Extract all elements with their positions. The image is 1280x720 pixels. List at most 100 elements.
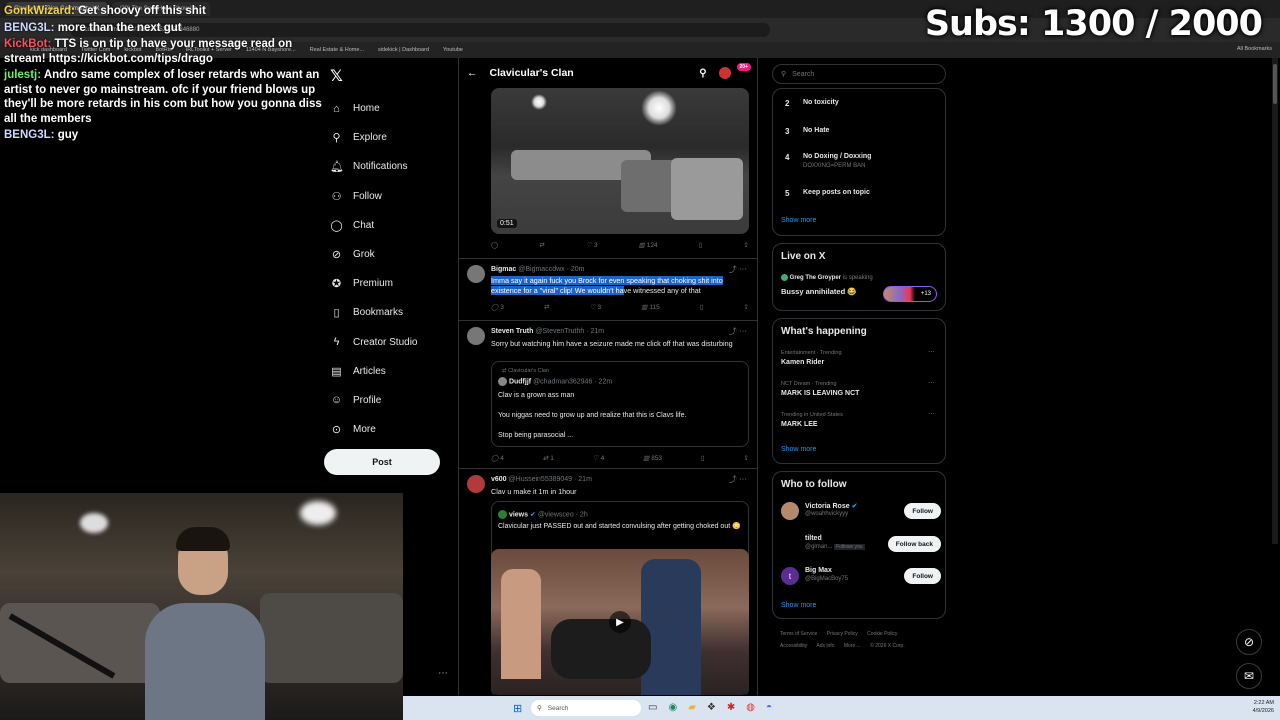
like-button[interactable]: ♡ 4 bbox=[593, 454, 604, 463]
show-more-link[interactable]: Show more bbox=[781, 446, 816, 453]
trend-item[interactable]: Entertainment · Trending Kamen Rider ⋯ bbox=[781, 348, 937, 366]
bookmark-item[interactable]: Youtube bbox=[443, 47, 463, 53]
more-options-icon[interactable]: ⤴ ⋯ bbox=[729, 474, 747, 485]
footer-link[interactable]: Ads info bbox=[816, 643, 834, 649]
nav-creator-studio[interactable]: ϟ Creator Studio bbox=[330, 328, 450, 357]
reply-button[interactable]: ◯ 3 bbox=[491, 303, 504, 312]
tweet-text: Sorry but watching him have a seizure ma… bbox=[491, 339, 733, 348]
quoted-tweet[interactable]: ⇄ Clavicular's Clan Dudfjjf @chadman3629… bbox=[491, 361, 749, 447]
tweet-video[interactable]: 0:51 bbox=[491, 88, 749, 234]
play-icon[interactable]: ▶ bbox=[609, 611, 631, 633]
tweet-author[interactable]: v600 @Hussein55389049 · 21m bbox=[491, 476, 592, 483]
nav-premium[interactable]: ✪ Premium bbox=[330, 269, 450, 298]
more-options-icon[interactable]: ⋯ bbox=[928, 379, 935, 387]
more-options-icon[interactable]: ⋯ bbox=[928, 410, 935, 418]
bookmark-icon[interactable]: ▯ bbox=[699, 241, 703, 249]
reply-button[interactable]: ◯ 4 bbox=[491, 454, 504, 463]
scrollbar-thumb[interactable] bbox=[1273, 64, 1277, 104]
nav-label: Explore bbox=[353, 132, 387, 144]
scrollbar[interactable] bbox=[1272, 58, 1278, 544]
avatar[interactable] bbox=[467, 327, 485, 345]
share-icon[interactable]: ⇪ bbox=[743, 454, 748, 462]
share-icon[interactable]: ⇪ bbox=[743, 241, 748, 249]
live-title[interactable]: Bussy annihilated 😂 bbox=[781, 287, 857, 296]
avatar[interactable] bbox=[467, 265, 485, 283]
live-listeners[interactable]: +13 bbox=[883, 286, 937, 302]
account-menu-icon[interactable]: ⋯ bbox=[438, 668, 448, 679]
search-icon[interactable]: ⚲ bbox=[699, 68, 706, 79]
all-bookmarks[interactable]: All Bookmarks bbox=[1237, 46, 1272, 52]
nav-more[interactable]: ⊙ More bbox=[330, 415, 450, 444]
trend-item[interactable]: NCT Dream · Trending MARK IS LEAVING NCT ⋯ bbox=[781, 379, 937, 397]
show-more-link[interactable]: Show more bbox=[781, 602, 816, 609]
follow-suggestion[interactable]: t Big Max @BigMacBoy75 Follow bbox=[781, 565, 941, 589]
tweet[interactable]: Steven Truth @StevenTruthh · 21m ⤴ ⋯ Sor… bbox=[459, 320, 757, 468]
nav-home[interactable]: ⌂ Home bbox=[330, 94, 450, 123]
avatar[interactable] bbox=[781, 502, 799, 520]
nav-bookmarks[interactable]: ▯ Bookmarks bbox=[330, 298, 450, 327]
edge-icon[interactable]: ◉ bbox=[668, 702, 677, 713]
x-logo-icon[interactable]: 𝕏 bbox=[330, 66, 343, 85]
follow-suggestion[interactable]: tilted @glman... Follows you Follow back bbox=[781, 533, 941, 557]
live-host[interactable]: Greg The Groyper is speaking bbox=[781, 274, 873, 281]
chrome-icon[interactable]: ◍ bbox=[746, 702, 755, 713]
follow-suggestion[interactable]: Victoria Rose ✔ @woahhvickyyy Follow bbox=[781, 500, 941, 524]
nav-grok[interactable]: ⊘ Grok bbox=[330, 240, 450, 269]
nav-follow[interactable]: ⚇ Follow bbox=[330, 182, 450, 211]
footer-link[interactable]: Cookie Policy bbox=[867, 631, 897, 637]
tweet-author[interactable]: Bigmac @Bigmaccdwx · 20m bbox=[491, 266, 584, 273]
tweet-video[interactable]: ▶ bbox=[491, 549, 749, 695]
views-button[interactable]: ▥ 853 bbox=[643, 454, 662, 463]
messages-icon[interactable]: ✉ bbox=[1236, 663, 1262, 689]
bookmark-icon[interactable]: ▯ bbox=[700, 303, 704, 311]
community-avatar[interactable] bbox=[718, 67, 731, 79]
quote-community: ⇄ Clavicular's Clan bbox=[502, 368, 549, 374]
more-options-icon[interactable]: ⤴ ⋯ bbox=[729, 264, 747, 275]
taskview-icon[interactable]: ▭ bbox=[648, 702, 657, 713]
nav-articles[interactable]: ▤ Articles bbox=[330, 357, 450, 386]
taskbar-search[interactable]: ⚲ Search bbox=[531, 700, 641, 716]
bookmark-icon[interactable]: ▯ bbox=[701, 454, 705, 462]
footer-link[interactable]: Terms of Service bbox=[780, 631, 817, 637]
tweet[interactable]: Bigmac @Bigmaccdwx · 20m ⤴ ⋯ Imma say it… bbox=[459, 258, 757, 320]
post-button[interactable]: Post bbox=[324, 449, 440, 475]
tweet-author[interactable]: Steven Truth @StevenTruthh · 21m bbox=[491, 328, 604, 335]
footer-link[interactable]: Accessibility bbox=[780, 643, 807, 649]
user-handle: @woahhvickyyy bbox=[805, 511, 849, 517]
trend-item[interactable]: Trending in United States MARK LEE ⋯ bbox=[781, 410, 937, 428]
app-icon[interactable]: ✱ bbox=[727, 702, 735, 713]
views-button[interactable]: ▥ 124 bbox=[639, 241, 658, 250]
back-arrow-icon[interactable]: ← bbox=[467, 67, 478, 79]
follow-button[interactable]: Follow bbox=[904, 503, 941, 519]
show-more-link[interactable]: Show more bbox=[781, 217, 816, 224]
discord-icon[interactable]: ◓ bbox=[766, 702, 772, 713]
reply-icon[interactable]: ◯ bbox=[491, 241, 498, 249]
footer-link[interactable]: More ... bbox=[844, 643, 861, 649]
footer-link[interactable]: Privacy Policy bbox=[827, 631, 858, 637]
retweet-icon[interactable]: ⇄ bbox=[539, 241, 544, 249]
share-icon[interactable]: ⇪ bbox=[744, 303, 749, 311]
folder-icon[interactable]: ▰ bbox=[688, 702, 696, 713]
follow-button[interactable]: Follow bbox=[904, 568, 941, 584]
avatar[interactable] bbox=[781, 535, 799, 553]
follow-back-button[interactable]: Follow back bbox=[887, 536, 941, 552]
nav-chat[interactable]: ◯ Chat bbox=[330, 211, 450, 240]
retweet-button[interactable]: ⇄ 1 bbox=[543, 454, 554, 463]
avatar[interactable]: t bbox=[781, 567, 799, 585]
views-button[interactable]: ▥ 115 bbox=[641, 303, 660, 312]
nav-profile[interactable]: ☺ Profile bbox=[330, 386, 450, 415]
taskbar-clock[interactable]: 2:22 AM 4/9/2026 bbox=[1253, 699, 1274, 715]
retweet-icon[interactable]: ⇄ bbox=[544, 303, 549, 311]
nav-notifications[interactable]: 🔔︎ Notifications bbox=[330, 152, 450, 181]
grok-icon[interactable]: ⊘ bbox=[1236, 629, 1262, 655]
bookmark-item[interactable]: sidekick | Dashboard bbox=[378, 47, 429, 53]
app-icon[interactable]: ❖ bbox=[707, 702, 716, 713]
search-input[interactable]: ⚲ Search bbox=[772, 64, 946, 84]
windows-start-icon[interactable]: ⊞ bbox=[513, 702, 522, 715]
like-button[interactable]: ♡ 3 bbox=[586, 241, 597, 250]
avatar[interactable] bbox=[467, 475, 485, 493]
more-options-icon[interactable]: ⋯ bbox=[928, 348, 935, 356]
nav-explore[interactable]: ⚲ Explore bbox=[330, 123, 450, 152]
like-button[interactable]: ♡ 3 bbox=[590, 303, 601, 312]
more-options-icon[interactable]: ⤴ ⋯ bbox=[729, 326, 747, 337]
